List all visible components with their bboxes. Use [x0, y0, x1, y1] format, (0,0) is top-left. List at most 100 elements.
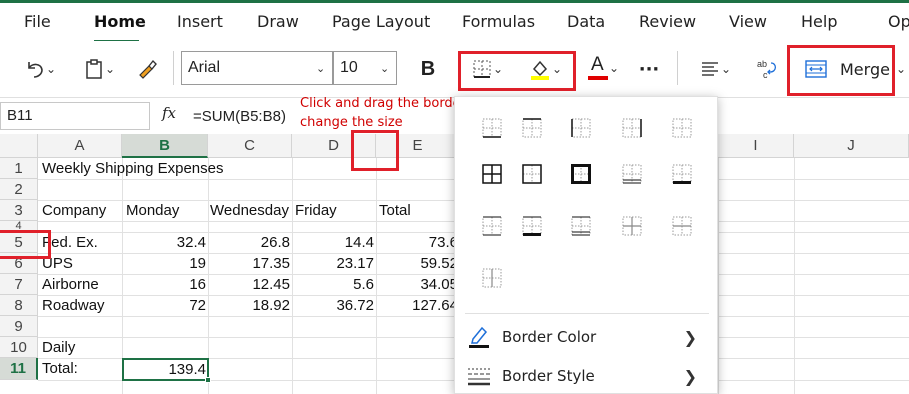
row-header-10[interactable]: 10	[0, 337, 38, 358]
cell-e7[interactable]: 34.05	[376, 275, 460, 295]
thick-box-border-icon[interactable]	[570, 163, 592, 185]
border-left-icon[interactable]	[570, 117, 592, 139]
border-style-item[interactable]: Border Style ❯	[455, 358, 719, 394]
inside-horizontal-border-icon[interactable]	[671, 215, 693, 237]
border-color-label: Border Color	[502, 328, 597, 346]
cell-e5[interactable]: 73.6	[376, 233, 460, 253]
column-header-c[interactable]: C	[208, 134, 292, 158]
menu-divider	[465, 313, 709, 314]
bottom-double-border-icon[interactable]	[621, 163, 643, 185]
row-header-11[interactable]: 11	[0, 358, 38, 380]
top-bottom-border-icon[interactable]	[481, 215, 503, 237]
border-top-icon[interactable]	[521, 117, 543, 139]
fx-icon[interactable]: fx	[162, 104, 176, 122]
inside-vertical-border-icon[interactable]	[481, 267, 503, 289]
formula-input[interactable]: =SUM(B5:B8)	[193, 108, 286, 125]
no-border-icon[interactable]	[671, 117, 693, 139]
fill-handle[interactable]	[205, 377, 211, 383]
tab-view[interactable]: View	[729, 12, 767, 31]
row-header-1[interactable]: 1	[0, 158, 38, 179]
cell-d3[interactable]: Friday	[293, 201, 339, 221]
border-style-label: Border Style	[502, 367, 595, 385]
paste-button[interactable]: ⌄	[76, 55, 122, 83]
font-color-chevron-down-icon: ⌄	[608, 61, 620, 75]
row-header-2[interactable]: 2	[0, 179, 38, 200]
cell-b6[interactable]: 19	[122, 254, 208, 274]
cell-d6[interactable]: 23.17	[292, 254, 376, 274]
undo-button[interactable]: ⌄	[16, 55, 64, 83]
svg-text:ab: ab	[757, 59, 767, 69]
row-border-highlight-box	[0, 230, 51, 259]
svg-text:c: c	[763, 70, 768, 80]
tab-home[interactable]: Home	[94, 12, 146, 31]
cell-c8[interactable]: 18.92	[208, 296, 292, 316]
cell-b3[interactable]: Monday	[124, 201, 181, 221]
cell-b11[interactable]: 139.4	[122, 360, 208, 380]
column-header-i[interactable]: I	[718, 134, 794, 158]
wrap-text-icon: ab c	[757, 59, 777, 80]
cell-d5[interactable]: 14.4	[292, 233, 376, 253]
tab-data[interactable]: Data	[567, 12, 605, 31]
top-thick-bottom-border-icon[interactable]	[521, 215, 543, 237]
cell-a8[interactable]: Roadway	[40, 296, 107, 316]
tab-review[interactable]: Review	[639, 12, 696, 31]
tab-file[interactable]: File	[24, 12, 51, 31]
align-button[interactable]: ⌄	[690, 55, 740, 83]
column-header-b[interactable]: B	[122, 134, 208, 158]
tab-help[interactable]: Help	[801, 12, 837, 31]
inside-borders-icon[interactable]	[621, 215, 643, 237]
font-name-select[interactable]: Arial ⌄	[181, 51, 333, 85]
tab-options[interactable]: Op	[888, 12, 909, 31]
all-borders-icon[interactable]	[481, 163, 503, 185]
cell-e8[interactable]: 127.64	[376, 296, 460, 316]
cell-c6[interactable]: 17.35	[208, 254, 292, 274]
name-box[interactable]: B11	[0, 102, 150, 130]
cell-a10[interactable]: Daily	[40, 338, 77, 358]
wrap-text-button[interactable]: ab c	[752, 55, 782, 83]
tab-page-layout[interactable]: Page Layout	[332, 12, 430, 31]
border-right-icon[interactable]	[621, 117, 643, 139]
column-header-j[interactable]: J	[794, 134, 909, 158]
cell-e3[interactable]: Total	[377, 201, 413, 221]
bold-button[interactable]: B	[412, 55, 444, 83]
cell-c5[interactable]: 26.8	[208, 233, 292, 253]
cell-a11[interactable]: Total:	[40, 359, 80, 379]
cell-b7[interactable]: 16	[122, 275, 208, 295]
row-header-3[interactable]: 3	[0, 200, 38, 221]
font-size-select[interactable]: 10 ⌄	[333, 51, 397, 85]
top-double-bottom-border-icon[interactable]	[570, 215, 592, 237]
tab-insert[interactable]: Insert	[177, 12, 223, 31]
ribbon-tabs: File Home Insert Draw Page Layout Formul…	[0, 3, 909, 43]
cell-b8[interactable]: 72	[122, 296, 208, 316]
cell-a3[interactable]: Company	[40, 201, 108, 221]
cell-c3[interactable]: Wednesday	[208, 201, 291, 221]
row-header-7[interactable]: 7	[0, 274, 38, 295]
align-left-icon	[701, 62, 718, 76]
borders-highlight-box	[458, 51, 576, 91]
border-bottom-icon[interactable]	[481, 117, 503, 139]
outside-borders-icon[interactable]	[521, 163, 543, 185]
font-size-chevron-down-icon: ⌄	[380, 61, 390, 75]
cell-c7[interactable]: 12.45	[208, 275, 292, 295]
row-header-9[interactable]: 9	[0, 316, 38, 337]
cell-d7[interactable]: 5.6	[292, 275, 376, 295]
border-color-chevron-right-icon: ❯	[683, 327, 697, 347]
row-header-8[interactable]: 8	[0, 295, 38, 316]
cell-e6[interactable]: 59.52	[376, 254, 460, 274]
clipboard-icon	[86, 59, 102, 79]
cell-a1[interactable]: Weekly Shipping Expenses	[40, 159, 226, 179]
font-color-button[interactable]: A ⌄	[580, 53, 626, 83]
thick-bottom-border-icon[interactable]	[671, 163, 693, 185]
tab-formulas[interactable]: Formulas	[462, 12, 535, 31]
more-options-button[interactable]: ···	[632, 55, 666, 83]
select-all-corner[interactable]	[0, 134, 38, 158]
border-color-item[interactable]: Border Color ❯	[455, 319, 719, 355]
tab-draw[interactable]: Draw	[257, 12, 299, 31]
format-painter-button[interactable]	[132, 55, 162, 83]
cell-a7[interactable]: Airborne	[40, 275, 101, 295]
paste-chevron-down-icon: ⌄	[104, 62, 116, 76]
column-border-highlight-box	[351, 130, 399, 171]
cell-d8[interactable]: 36.72	[292, 296, 376, 316]
cell-b5[interactable]: 32.4	[122, 233, 208, 253]
column-header-a[interactable]: A	[38, 134, 122, 158]
